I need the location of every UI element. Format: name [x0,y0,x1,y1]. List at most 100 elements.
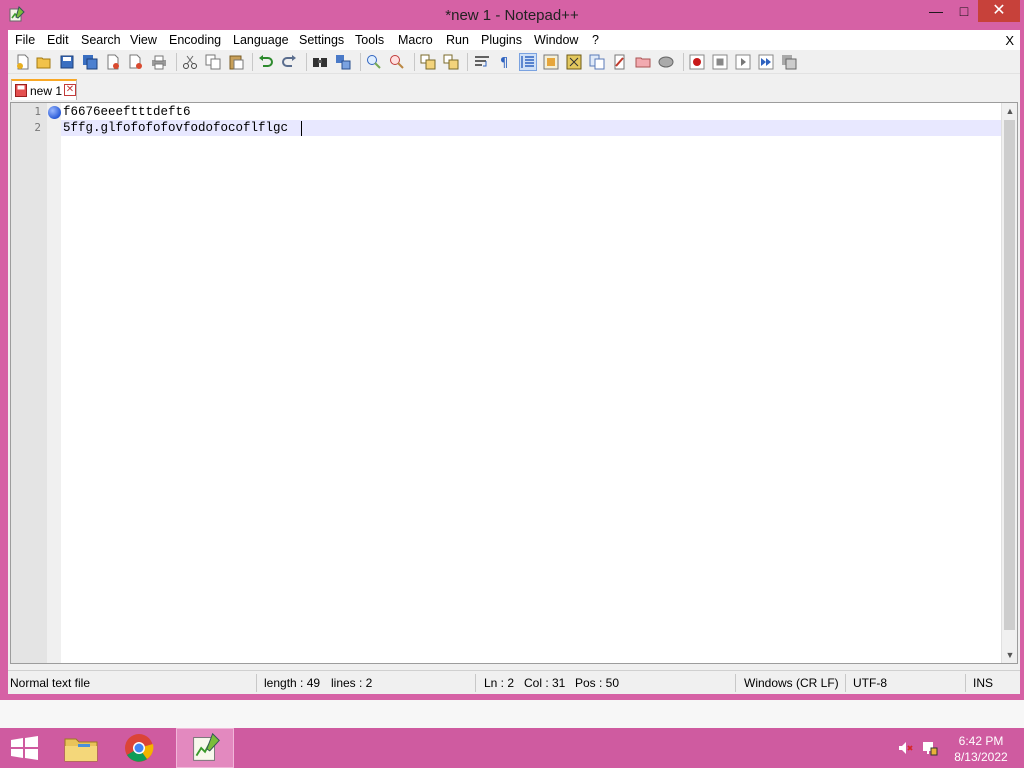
folder-icon[interactable] [635,54,651,70]
record-macro-icon[interactable] [689,54,705,70]
new-file-icon[interactable] [15,54,31,70]
menu-bar: File Edit Search View Encoding Language … [8,30,1020,50]
scroll-thumb[interactable] [1004,120,1015,630]
menu-edit[interactable]: Edit [47,33,69,47]
close-window-button[interactable]: ✕ [978,0,1020,22]
toolbar-separator [683,53,684,71]
notepad-plus-plus-icon [193,732,220,761]
copy-icon[interactable] [205,54,221,70]
status-divider [735,674,736,692]
run-macro-multiple-icon[interactable] [758,54,774,70]
vertical-scrollbar[interactable]: ▲ ▼ [1001,103,1017,663]
doc-map-icon[interactable] [566,54,582,70]
chrome-icon [125,734,154,762]
status-position: Pos : 50 [575,676,620,690]
notepad-plus-plus-taskbar-button[interactable] [176,728,234,768]
stop-record-icon[interactable] [712,54,728,70]
menu-run[interactable]: Run [446,33,469,47]
status-divider [965,674,966,692]
sync-vertical-icon[interactable] [420,54,436,70]
zoom-out-icon[interactable] [389,54,405,70]
scroll-up-icon[interactable]: ▲ [1002,103,1018,119]
toolbar: ¶ [8,50,1020,74]
menu-plugins[interactable]: Plugins [481,33,522,47]
clock-date[interactable]: 8/13/2022 [948,750,1014,764]
editor-area[interactable]: 1 2 f6676eeeftttdeft6 5ffg.glfofofofovfo… [10,102,1018,664]
status-insert-mode[interactable]: INS [973,676,993,690]
toolbar-separator [360,53,361,71]
code-line[interactable]: 5ffg.glfofofofovfodofocoflflgc [63,121,288,135]
desktop-strip [0,700,1024,728]
save-icon[interactable] [59,54,75,70]
tab-close-icon[interactable]: ✕ [64,84,76,96]
print-icon[interactable] [151,54,167,70]
code-line[interactable]: f6676eeeftttdeft6 [63,105,191,119]
start-button[interactable] [0,728,58,768]
menu-view[interactable]: View [130,33,157,47]
windows-logo-icon [11,736,38,760]
cut-icon[interactable] [182,54,198,70]
toolbar-separator [414,53,415,71]
udl-icon[interactable] [543,54,559,70]
clock-time[interactable]: 6:42 PM [948,734,1014,748]
find-icon[interactable] [312,54,328,70]
play-macro-icon[interactable] [735,54,751,70]
menu-macro[interactable]: Macro [398,33,433,47]
network-icon[interactable] [921,739,939,757]
word-wrap-icon[interactable] [474,54,490,70]
scroll-down-icon[interactable]: ▼ [1002,647,1018,663]
indent-guide-icon[interactable] [519,53,537,71]
menu-settings[interactable]: Settings [299,33,344,47]
volume-muted-icon[interactable] [897,739,915,757]
menu-tools[interactable]: Tools [355,33,384,47]
menu-language[interactable]: Language [233,33,289,47]
status-divider [256,674,257,692]
status-bar: Normal text file length : 49 lines : 2 L… [8,670,1020,694]
menu-file[interactable]: File [15,33,35,47]
show-all-chars-icon[interactable]: ¶ [497,54,513,70]
close-all-icon[interactable] [128,54,144,70]
minimize-button[interactable]: — [921,0,951,22]
tab-label: new 1 [30,84,63,98]
title-bar[interactable]: *new 1 - Notepad++ — □ ✕ [0,0,1024,30]
file-explorer-taskbar-button[interactable] [52,728,110,768]
save-all-icon[interactable] [82,54,98,70]
toolbar-separator [252,53,253,71]
status-lines: lines : 2 [331,676,373,690]
menu-window[interactable]: Window [534,33,578,47]
redo-icon[interactable] [281,54,297,70]
taskbar: 6:42 PM 8/13/2022 [0,728,1024,768]
window-title: *new 1 - Notepad++ [445,7,579,24]
status-line: Ln : 2 [484,676,515,690]
chrome-taskbar-button[interactable] [110,728,168,768]
close-document-button[interactable]: X [1005,33,1014,48]
sync-horizontal-icon[interactable] [443,54,459,70]
client-area: File Edit Search View Encoding Language … [8,30,1020,694]
open-file-icon[interactable] [36,54,52,70]
status-divider [475,674,476,692]
close-icon[interactable] [105,54,121,70]
line-number-gutter: 1 2 [11,103,47,663]
fold-margin[interactable] [47,103,61,663]
folder-icon [64,738,98,762]
status-eol[interactable]: Windows (CR LF) [744,676,839,690]
paste-icon[interactable] [228,54,244,70]
maximize-button[interactable]: □ [950,0,978,22]
bookmark-icon[interactable] [48,106,61,119]
text-caret [301,121,302,136]
toolbar-separator [467,53,468,71]
status-encoding[interactable]: UTF-8 [853,676,887,690]
folder-workspace-icon[interactable] [612,54,628,70]
replace-icon[interactable] [335,54,351,70]
save-macro-icon[interactable] [781,54,797,70]
menu-search[interactable]: Search [81,33,121,47]
undo-icon[interactable] [258,54,274,70]
function-list-icon[interactable] [589,54,605,70]
menu-help[interactable]: ? [592,33,599,47]
menu-encoding[interactable]: Encoding [169,33,221,47]
tab-new-1[interactable]: new 1 ✕ [11,79,77,100]
zoom-in-icon[interactable] [366,54,382,70]
monitor-icon[interactable] [658,54,674,70]
svg-text:¶: ¶ [500,56,508,70]
tab-bar: new 1 ✕ [8,74,1020,102]
